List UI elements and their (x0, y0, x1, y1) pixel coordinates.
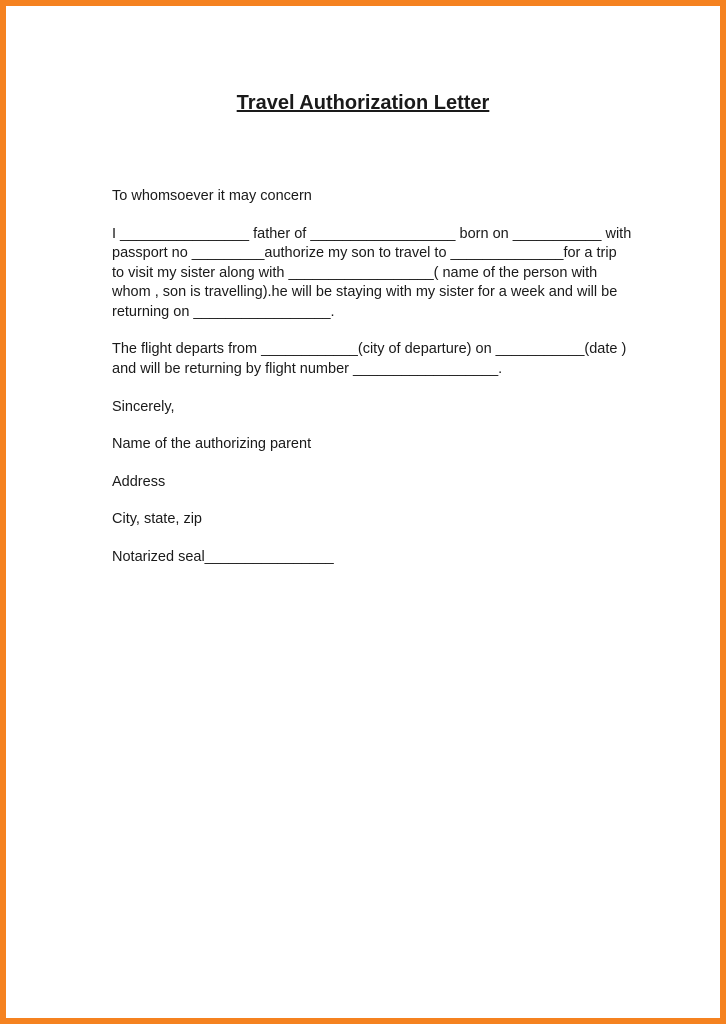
document-frame: Travel Authorization Letter To whomsoeve… (0, 0, 726, 1024)
city-state-zip-line: City, state, zip (112, 510, 632, 530)
document-page: Travel Authorization Letter To whomsoeve… (24, 24, 702, 1000)
address-line: Address (112, 473, 632, 493)
body-paragraph-1: I ________________ father of ___________… (112, 225, 632, 323)
signer-name-line: Name of the authorizing parent (112, 435, 632, 455)
notarized-seal-line: Notarized seal________________ (112, 548, 632, 568)
document-title: Travel Authorization Letter (24, 24, 702, 187)
closing: Sincerely, (112, 398, 632, 418)
salutation: To whomsoever it may concern (112, 187, 632, 207)
body-paragraph-2: The flight departs from ____________(cit… (112, 340, 632, 379)
document-body: To whomsoever it may concern I _________… (24, 187, 702, 567)
signature-block: Sincerely, Name of the authorizing paren… (112, 398, 632, 568)
